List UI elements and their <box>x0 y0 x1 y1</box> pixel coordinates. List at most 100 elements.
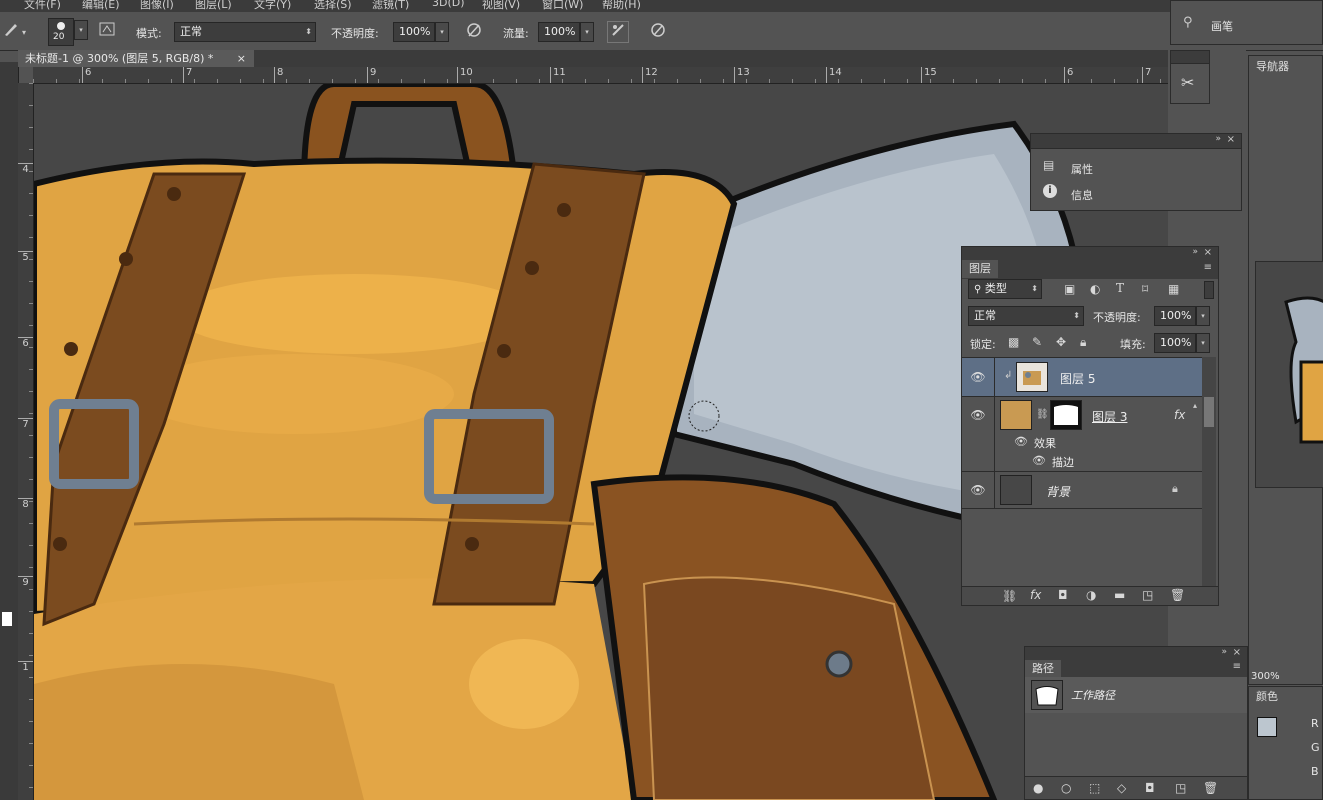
work-path-name[interactable]: 工作路径 <box>1071 687 1115 703</box>
lock-transparent-icon[interactable]: ▩ <box>1008 335 1019 349</box>
stroke-effect-row[interactable]: 👁︎ 描边 <box>962 452 1202 472</box>
filter-smart-object-icon[interactable]: ▦ <box>1168 282 1179 296</box>
foreground-color[interactable] <box>1257 717 1277 737</box>
layer5-thumbnail[interactable] <box>1016 362 1048 392</box>
layers-scrollbar[interactable] <box>1202 357 1216 587</box>
layer5-name[interactable]: 图层 5 <box>1060 370 1095 387</box>
menu-item[interactable]: 帮助(H) <box>602 0 641 12</box>
menu-item[interactable]: 编辑(E) <box>82 0 120 12</box>
menu-item[interactable]: 窗口(W) <box>542 0 583 12</box>
make-work-path-icon[interactable]: ◇ <box>1117 781 1126 795</box>
collapse-icon[interactable]: » <box>1192 247 1198 257</box>
collapse-icon[interactable]: » <box>1221 647 1227 657</box>
properties-panel-header[interactable]: » × <box>1031 134 1241 149</box>
flow-input[interactable]: 100% <box>538 22 580 42</box>
filter-pixel-icon[interactable]: ▣ <box>1064 282 1075 296</box>
menu-item[interactable]: 视图(V) <box>482 0 520 12</box>
tool-preset-dropdown-icon[interactable]: ▾ <box>22 28 26 37</box>
collapse-icon[interactable]: » <box>1215 134 1221 144</box>
menu-item[interactable]: 3D(D) <box>432 0 465 9</box>
layers-scroll-thumb[interactable] <box>1204 397 1214 427</box>
brush-panel-icon[interactable]: ⚲ <box>1183 15 1193 30</box>
new-path-icon[interactable]: ◳ <box>1175 781 1186 795</box>
brush-preset-picker[interactable]: 20 <box>48 18 74 46</box>
lock-position-icon[interactable]: ✥ <box>1056 335 1066 349</box>
brush-tool-icon[interactable] <box>0 21 22 43</box>
close-icon[interactable]: × <box>1233 647 1241 658</box>
brush-panel-toggle-icon[interactable] <box>96 21 118 43</box>
opacity-dropdown[interactable]: ▾ <box>435 22 449 42</box>
visibility-eye-icon[interactable]: 👁︎ <box>969 481 987 499</box>
background-layer-name[interactable]: 背景 <box>1046 483 1070 500</box>
expand-effects-icon[interactable]: ▴ <box>1193 401 1197 410</box>
fill-input[interactable]: 100% <box>1154 333 1196 353</box>
foreground-color-swatch[interactable] <box>2 612 12 626</box>
layer-opacity-input[interactable]: 100% <box>1154 306 1196 326</box>
navigator-tab[interactable]: 导航器 <box>1249 56 1296 78</box>
layer-fx-icon[interactable]: fx <box>1174 408 1185 422</box>
info-icon[interactable]: i <box>1043 184 1057 198</box>
delete-path-icon[interactable]: 🗑︎ <box>1203 781 1218 795</box>
menu-item[interactable]: 图层(L) <box>195 0 232 12</box>
color-tab[interactable]: 颜色 <box>1249 687 1285 707</box>
stroke-eye-icon[interactable]: 👁︎ <box>1032 454 1046 467</box>
paths-tab[interactable]: 路径 <box>1025 660 1061 677</box>
info-label[interactable]: 信息 <box>1071 187 1093 203</box>
work-path-row[interactable]: 工作路径 <box>1025 677 1247 713</box>
layers-tab[interactable]: 图层 <box>962 260 998 278</box>
new-layer-icon[interactable]: ◳ <box>1142 588 1153 602</box>
close-icon[interactable]: × <box>1204 247 1212 258</box>
menu-item[interactable]: 滤镜(T) <box>372 0 409 12</box>
layers-panel-header[interactable]: » × <box>962 247 1218 262</box>
effects-eye-icon[interactable]: 👁︎ <box>1014 435 1028 448</box>
properties-label[interactable]: 属性 <box>1071 161 1093 177</box>
blend-mode-select[interactable]: 正常 ⬍ <box>968 306 1084 326</box>
filter-shape-icon[interactable]: ⌑ <box>1142 282 1148 296</box>
document-tab[interactable]: 未标题-1 @ 300% (图层 5, RGB/8) * × <box>18 50 254 67</box>
filter-type-icon[interactable]: T <box>1116 281 1124 295</box>
filter-adjustment-icon[interactable]: ◐ <box>1090 282 1100 296</box>
add-mask-icon[interactable]: ◘ <box>1145 781 1155 795</box>
properties-icon[interactable]: ▤ <box>1043 158 1057 172</box>
lock-pixels-icon[interactable]: ✎ <box>1032 335 1042 349</box>
mode-select[interactable]: 正常 ⬍ <box>174 22 316 42</box>
layer-row-layer5[interactable]: 👁︎ ↲ 图层 5 <box>962 358 1202 397</box>
visibility-eye-icon[interactable]: 👁︎ <box>969 368 987 386</box>
layer3-mask-thumbnail[interactable] <box>1050 400 1082 430</box>
flow-dropdown[interactable]: ▾ <box>580 22 594 42</box>
fill-dropdown[interactable]: ▾ <box>1196 333 1210 353</box>
visibility-eye-icon[interactable]: 👁︎ <box>969 406 987 424</box>
stroke-path-icon[interactable]: ○ <box>1061 781 1071 795</box>
airbrush-icon[interactable] <box>607 21 629 43</box>
layer3-name[interactable]: 图层 3 <box>1092 408 1127 425</box>
new-adjustment-icon[interactable]: ◑ <box>1086 588 1096 602</box>
new-group-icon[interactable]: ▬ <box>1114 588 1125 602</box>
layer-row-layer3[interactable]: 👁︎ ⛓ 图层 3 fx ▴ <box>962 397 1202 493</box>
menu-item[interactable]: 选择(S) <box>314 0 352 12</box>
layer3-thumbnail[interactable] <box>1000 400 1032 430</box>
fill-path-icon[interactable]: ● <box>1033 781 1043 795</box>
menu-item[interactable]: 文件(F) <box>24 0 61 12</box>
layer-row-background[interactable]: 👁︎ 背景 🔒︎ <box>962 472 1202 509</box>
tools-scissors-icon[interactable]: ✂ <box>1181 73 1194 92</box>
navigator-preview[interactable] <box>1255 261 1323 488</box>
close-document-icon[interactable]: × <box>237 50 246 67</box>
lock-all-icon[interactable]: 🔒︎ <box>1080 335 1086 350</box>
add-mask-icon[interactable]: ◘ <box>1058 588 1068 602</box>
vertical-ruler[interactable]: 4567891 <box>18 83 34 800</box>
layer-effects-row[interactable]: 👁︎ 效果 <box>962 433 1202 452</box>
opacity-input[interactable]: 100% <box>393 22 435 42</box>
layer-filter-select[interactable]: ⚲ 类型 ⬍ <box>968 279 1042 299</box>
brush-panel-label[interactable]: 画笔 <box>1211 18 1233 34</box>
filter-toggle[interactable] <box>1204 281 1214 299</box>
add-style-icon[interactable]: fx <box>1030 588 1041 602</box>
link-layers-icon[interactable]: ⛓ <box>1002 589 1017 603</box>
mask-link-icon[interactable]: ⛓ <box>1036 409 1049 420</box>
menu-item[interactable]: 文字(Y) <box>254 0 291 12</box>
close-icon[interactable]: × <box>1227 134 1235 145</box>
background-thumbnail[interactable] <box>1000 475 1032 505</box>
pressure-size-icon[interactable] <box>647 21 669 43</box>
panel-menu-icon[interactable]: ≡ <box>1233 661 1241 672</box>
navigator-zoom[interactable]: 300% <box>1251 671 1280 682</box>
delete-layer-icon[interactable]: 🗑︎ <box>1170 588 1185 602</box>
